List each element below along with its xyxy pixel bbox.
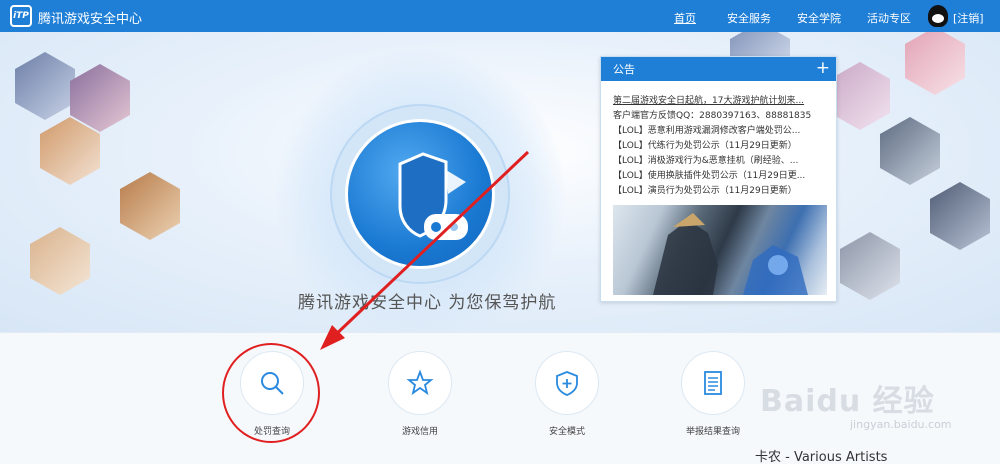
hero-avatar-hex: [830, 62, 890, 130]
notice-item[interactable]: 【LOL】消极游戏行为&恶意挂机（刷经验、...: [613, 154, 831, 169]
notice-list: 第二届游戏安全日起航，17大游戏护航计划来... 客户端官方反馈QQ：28803…: [601, 81, 836, 199]
expand-plus-icon[interactable]: +: [816, 59, 830, 77]
itp-logo[interactable]: iTP: [10, 5, 32, 27]
notice-item[interactable]: 【LOL】恶意利用游戏漏洞修改客户端处罚公...: [613, 124, 831, 139]
nav-activity-zone[interactable]: 活动专区: [867, 10, 911, 26]
notice-item[interactable]: 客户端官方反馈QQ：2880397163、88881835: [613, 109, 831, 124]
notice-item[interactable]: 【LOL】代练行为处罚公示（11月29日更新）: [613, 139, 831, 154]
site-title[interactable]: 腾讯游戏安全中心: [38, 8, 142, 27]
notice-item[interactable]: 【LOL】演员行为处罚公示（11月29日更新）: [613, 184, 831, 199]
notice-title: 公告: [613, 63, 635, 76]
notice-banner-image[interactable]: [613, 205, 827, 295]
security-shield-emblem: [345, 119, 495, 269]
notice-item[interactable]: 第二届游戏安全日起航，17大游戏护航计划来...: [613, 94, 831, 109]
game-credit-button[interactable]: [388, 351, 452, 415]
hero-avatar-hex: [880, 117, 940, 185]
star-icon: [406, 369, 434, 396]
security-mode-button[interactable]: [535, 351, 599, 415]
top-navigation-bar: iTP 腾讯游戏安全中心 首页 安全服务 安全学院 活动专区 [注销]: [0, 0, 1000, 32]
hero-banner: 腾讯游戏安全中心 为您保驾护航: [0, 32, 1000, 332]
notice-item[interactable]: 【LOL】使用换肤插件处罚公示（11月29日更...: [613, 169, 831, 184]
report-result-query-label[interactable]: 举报结果查询: [673, 424, 753, 437]
hero-avatar-hex: [120, 172, 180, 240]
game-artwork-image: [653, 213, 808, 295]
hero-avatar-hex: [40, 117, 100, 185]
hero-tagline: 腾讯游戏安全中心 为您保驾护航: [298, 293, 557, 313]
nav-home[interactable]: 首页: [674, 10, 696, 26]
document-icon: [704, 371, 722, 395]
shield-plus-icon: [556, 371, 578, 396]
hero-avatar-hex: [15, 52, 75, 120]
baidu-watermark: Baidu 经验: [760, 384, 935, 419]
music-artist-overlay: 卡农 - Various Artists: [755, 450, 888, 464]
notice-header: 公告 +: [601, 57, 836, 81]
security-mode-label[interactable]: 安全模式: [527, 424, 607, 437]
baidu-site-watermark: jingyan.baidu.com: [850, 418, 952, 431]
nav-security-service[interactable]: 安全服务: [727, 10, 771, 26]
notice-panel: 公告 + 第二届游戏安全日起航，17大游戏护航计划来... 客户端官方反馈QQ：…: [600, 56, 837, 302]
shield-gamepad-icon: [398, 152, 468, 240]
hero-avatar-hex: [30, 227, 90, 295]
hero-avatar-hex: [70, 64, 130, 132]
nav-security-academy[interactable]: 安全学院: [797, 10, 841, 26]
game-credit-label[interactable]: 游戏信用: [380, 424, 460, 437]
annotation-circle: [222, 343, 320, 443]
logout-link[interactable]: [注销]: [953, 10, 984, 26]
hero-avatar-hex: [840, 232, 900, 300]
report-result-query-button[interactable]: [681, 351, 745, 415]
hero-avatar-hex: [930, 182, 990, 250]
qq-avatar[interactable]: [928, 5, 948, 27]
hero-avatar-hex: [905, 32, 965, 95]
